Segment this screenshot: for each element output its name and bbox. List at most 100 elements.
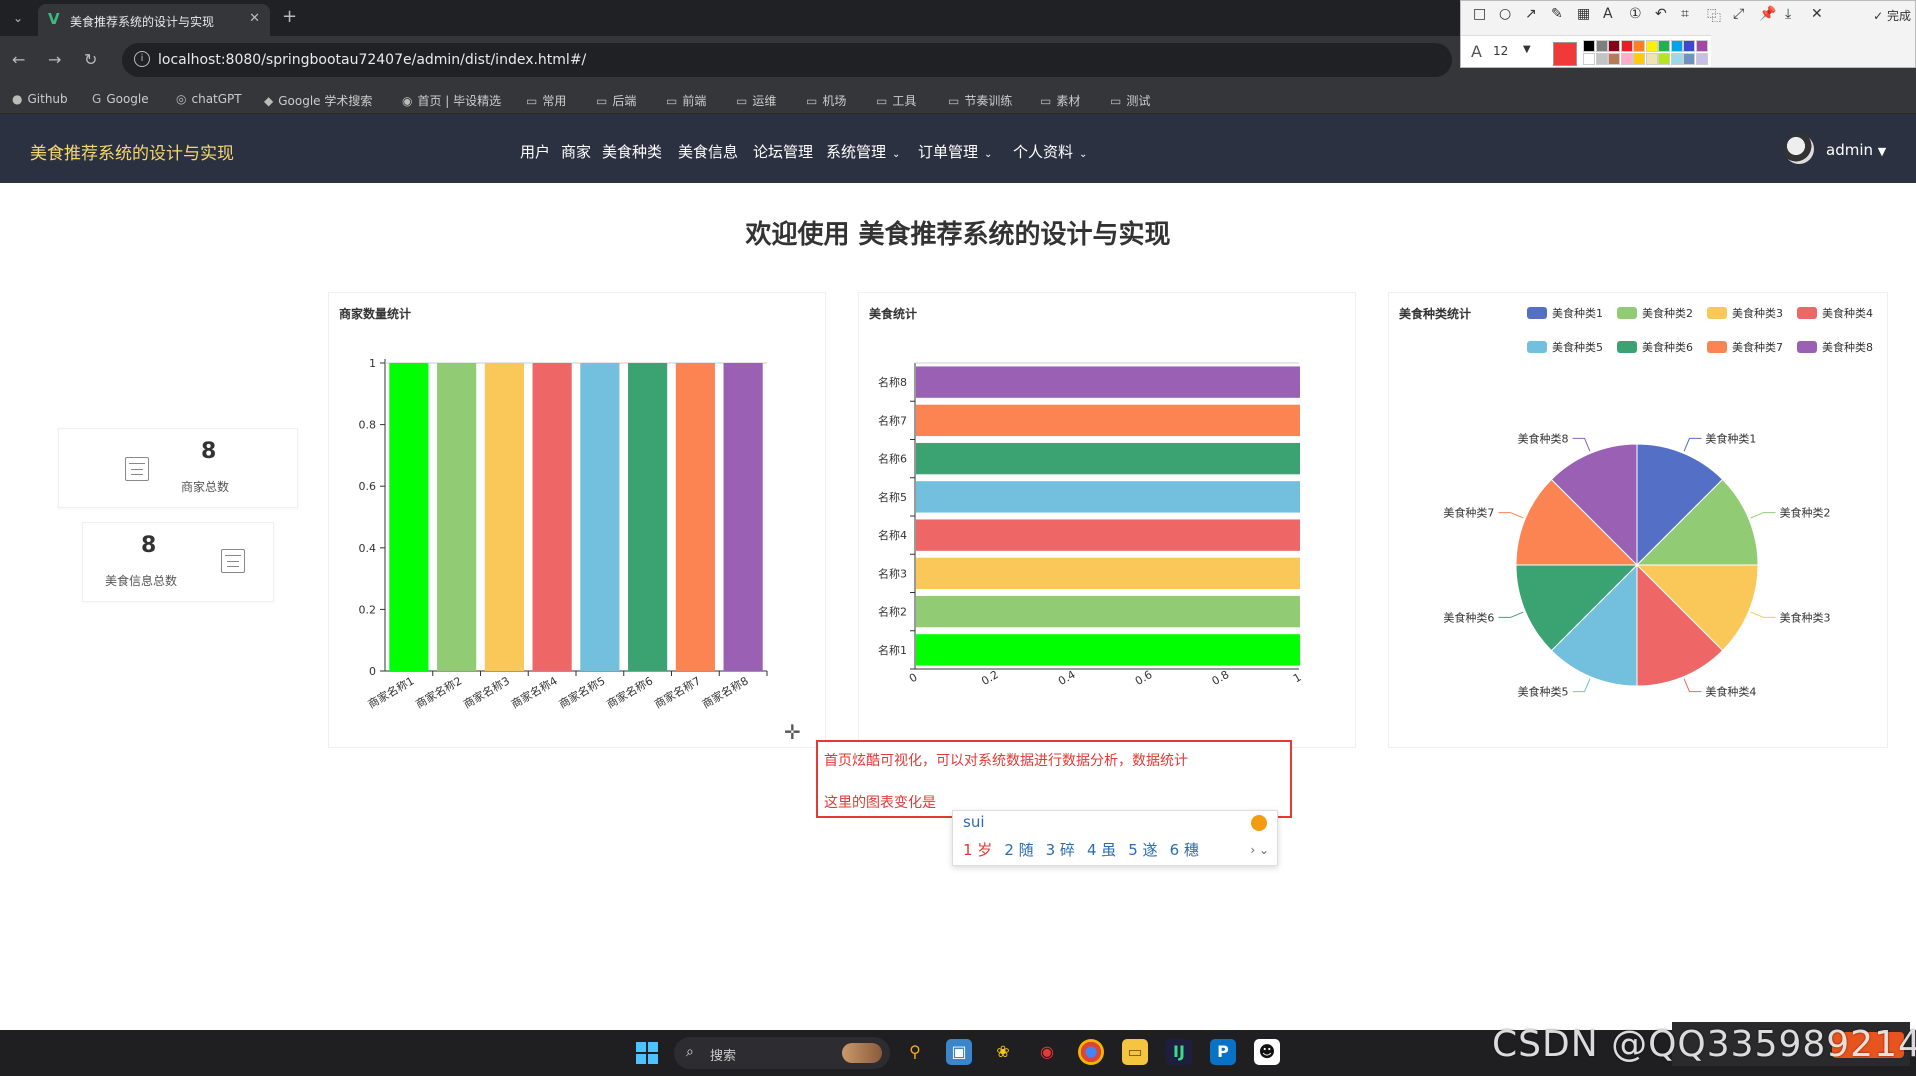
pycharm-icon[interactable]: P: [1210, 1039, 1236, 1065]
bookmark-item[interactable]: ▭ 前端: [666, 92, 706, 109]
color-swatch[interactable]: [1595, 53, 1608, 65]
pin-icon[interactable]: 📌: [1759, 6, 1776, 22]
bookmark-favicon-icon: ●: [12, 92, 23, 106]
ime-candidate[interactable]: 1 岁: [963, 839, 992, 860]
color-swatch[interactable]: [1633, 40, 1645, 52]
forward-icon[interactable]: →: [48, 50, 61, 69]
color-swatch[interactable]: [1583, 40, 1595, 52]
menu-item[interactable]: 个人资料 ⌄: [1013, 141, 1087, 162]
font-size-value[interactable]: 12: [1493, 44, 1508, 58]
address-bar[interactable]: i localhost:8080/springbootau72407e/admi…: [122, 43, 1452, 77]
mosaic-tool-icon[interactable]: ▦: [1577, 6, 1590, 22]
file-explorer-icon[interactable]: ▭: [1122, 1039, 1148, 1065]
color-swatch[interactable]: [1620, 53, 1633, 65]
ime-candidate[interactable]: 5 遂: [1128, 839, 1157, 860]
ime-candidate[interactable]: 4 虽: [1087, 839, 1116, 860]
color-swatch[interactable]: [1658, 53, 1670, 65]
color-swatch[interactable]: [1583, 53, 1595, 65]
undo-icon[interactable]: ↶: [1655, 6, 1667, 22]
bookmark-item[interactable]: ▭ 常用: [526, 92, 566, 109]
weibo-icon[interactable]: ◉: [1034, 1039, 1060, 1065]
color-swatch[interactable]: [1695, 53, 1708, 65]
menu-item[interactable]: 美食种类: [602, 141, 662, 162]
done-button[interactable]: ✓ 完成: [1873, 7, 1911, 24]
qq-pet-icon[interactable]: ❀: [990, 1039, 1016, 1065]
merchant-count-chart-card: 商家数量统计 0 0.2 0.4 0.6 0.8 1 商家名称1 商家名称2 商家名称3 商家名称…: [328, 292, 826, 748]
new-tab-button[interactable]: +: [282, 6, 297, 27]
legend-label: 美食种类1: [1552, 306, 1603, 320]
menu-item[interactable]: 商家: [561, 141, 591, 162]
chrome-icon[interactable]: [1078, 1039, 1104, 1065]
browser-tab[interactable]: V 美食推荐系统的设计与实现 ✕: [38, 4, 270, 36]
bookmark-item[interactable]: ▭ 测试: [1110, 92, 1150, 109]
taskbar-search[interactable]: ⌕ 搜索: [674, 1037, 890, 1069]
merchant-total-card: 8 商家总数: [58, 428, 298, 508]
arrow-tool-icon[interactable]: ↗: [1525, 6, 1537, 22]
bookmark-item[interactable]: ▭ 后端: [596, 92, 636, 109]
color-swatch[interactable]: [1645, 53, 1658, 65]
rectangle-tool-icon[interactable]: □: [1473, 6, 1486, 22]
download-icon[interactable]: ⤓: [1785, 6, 1791, 22]
bookmark-item[interactable]: ◆ Google 学术搜索: [264, 92, 372, 109]
y-tick-label: 0.8: [359, 419, 377, 432]
translate-icon[interactable]: ⿻: [1707, 6, 1721, 26]
bookmark-item[interactable]: ◉ 首页 | 毕设精选: [402, 92, 501, 109]
pen-tool-icon[interactable]: ✎: [1551, 6, 1563, 22]
expand-icon[interactable]: ⤢: [1733, 6, 1744, 22]
color-swatch[interactable]: [1683, 40, 1695, 52]
x-tick-label: 商家名称1: [365, 673, 416, 711]
color-swatch[interactable]: [1670, 40, 1683, 52]
qq-icon[interactable]: ☻: [1254, 1039, 1280, 1065]
bar: [532, 363, 572, 671]
intellij-icon[interactable]: IJ: [1166, 1039, 1192, 1065]
color-swatch[interactable]: [1658, 40, 1670, 52]
user-dropdown[interactable]: admin ▼: [1826, 141, 1886, 159]
bookmark-item[interactable]: ▭ 节奏训练: [948, 92, 1012, 109]
reload-icon[interactable]: ↻: [84, 50, 97, 69]
menu-item[interactable]: 论坛管理: [753, 141, 813, 162]
menu-item[interactable]: 系统管理 ⌄: [826, 141, 900, 162]
bookmark-item[interactable]: ▭ 工具: [876, 92, 916, 109]
crop-icon[interactable]: ⌗: [1681, 6, 1689, 22]
ime-candidate[interactable]: 6 穗: [1170, 839, 1199, 860]
color-swatch[interactable]: [1595, 40, 1608, 52]
number-tool-icon[interactable]: ①: [1629, 6, 1642, 22]
color-swatch[interactable]: [1608, 53, 1620, 65]
current-color-swatch[interactable]: [1553, 42, 1577, 66]
bookmark-item[interactable]: ◎ chatGPT: [176, 92, 242, 106]
ellipse-tool-icon[interactable]: ○: [1499, 6, 1511, 22]
annotation-text-box[interactable]: 首页炫酷可视化，可以对系统数据进行数据分析，数据统计 这里的图表变化是: [816, 740, 1292, 818]
bookmark-label: 前端: [682, 94, 707, 108]
bookmark-item[interactable]: ● Github: [12, 92, 68, 106]
bookmark-item[interactable]: ▭ 机场: [806, 92, 846, 109]
tab-close-icon[interactable]: ✕: [249, 11, 260, 26]
color-swatch[interactable]: [1670, 53, 1683, 65]
x-tick-label: 0.8: [1210, 668, 1232, 688]
site-info-icon[interactable]: i: [134, 51, 150, 67]
color-swatch[interactable]: [1633, 53, 1645, 65]
color-swatch[interactable]: [1645, 40, 1658, 52]
ime-candidate[interactable]: 3 碎: [1046, 839, 1075, 860]
menu-item[interactable]: 用户: [520, 141, 550, 162]
windows-start-icon[interactable]: [636, 1042, 658, 1064]
bookmark-item[interactable]: ▭ 运维: [736, 92, 776, 109]
ime-page-arrows-icon[interactable]: › ⌄: [1250, 843, 1269, 857]
bookmark-item[interactable]: G Google: [92, 92, 149, 106]
menu-item[interactable]: 美食信息: [678, 141, 738, 162]
cancel-icon[interactable]: ✕: [1811, 6, 1823, 22]
font-size-dropdown-icon[interactable]: ▼: [1523, 44, 1531, 55]
tab-search-button[interactable]: ⌄: [8, 8, 28, 28]
back-icon[interactable]: ←: [12, 50, 25, 69]
ime-candidate[interactable]: 2 随: [1004, 839, 1033, 860]
color-swatch[interactable]: [1608, 40, 1620, 52]
color-swatch[interactable]: [1695, 40, 1708, 52]
menu-item[interactable]: 订单管理 ⌄: [918, 141, 992, 162]
bookmark-item[interactable]: ▭ 素材: [1040, 92, 1080, 109]
color-swatch[interactable]: [1620, 40, 1633, 52]
text-tool-icon[interactable]: A: [1603, 6, 1613, 22]
search-app-icon[interactable]: ⚲: [902, 1039, 928, 1065]
bookmark-label: 后端: [612, 94, 637, 108]
color-swatch[interactable]: [1683, 53, 1695, 65]
photos-app-icon[interactable]: ▣: [946, 1039, 972, 1065]
avatar[interactable]: [1784, 134, 1814, 164]
